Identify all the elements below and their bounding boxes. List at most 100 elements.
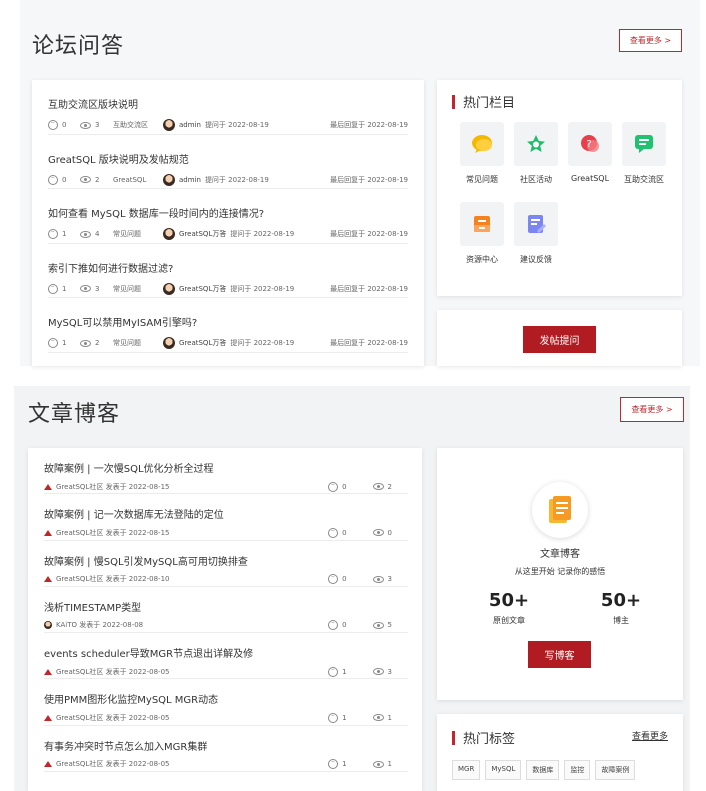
- post-author[interactable]: GreatSQL社区: [56, 482, 103, 492]
- post-author[interactable]: GreatSQL社区: [56, 713, 103, 723]
- forum-post-title[interactable]: 如何查看 MySQL 数据库一段时间内的连接情况?: [48, 205, 408, 220]
- bloggers-label: 博主: [613, 616, 629, 625]
- forum-post-meta: 0 3 互助交流区 admin提问于 2022-08-19 最后回复于 2022-08-…: [48, 118, 408, 131]
- post-stats: 11: [328, 757, 408, 770]
- blog-post-row[interactable]: 有事务冲突时节点怎么加入MGR集群 GreatSQL社区 发表于 2022-08-…: [44, 726, 408, 773]
- post-author[interactable]: admin: [179, 121, 201, 129]
- hot-columns-grid: 常见问题 社区活动? GreatSQL 互助交流区 资源中心 建议反馈: [455, 122, 675, 282]
- tags-more-link[interactable]: 查看更多: [632, 729, 668, 742]
- eye-icon: [80, 339, 91, 347]
- post-category[interactable]: 常见问题: [113, 229, 163, 239]
- post-category[interactable]: GreatSQL: [113, 176, 163, 184]
- forum-post-row[interactable]: GreatSQL 版块说明及发帖规范 0 2 GreatSQL admin提问于 202…: [48, 135, 408, 189]
- post-category[interactable]: 常见问题: [113, 284, 163, 294]
- forum-post-row[interactable]: 如何查看 MySQL 数据库一段时间内的连接情况? 1 4 常见问题 GreatSQL万…: [48, 189, 408, 244]
- view-count: 2: [95, 175, 100, 184]
- blog-post-row[interactable]: 故障案例 | 记一次数据库无法登陆的定位 GreatSQL社区 发表于 2022-…: [44, 494, 408, 541]
- header-accent-bar: [452, 94, 455, 109]
- post-author[interactable]: GreatSQL万答: [179, 229, 226, 239]
- blog-summary-card: 文章博客 从这里开始 记录你的感悟 50+ 原创文章 50+ 博主 写博客: [437, 448, 683, 700]
- archive-icon[interactable]: [460, 202, 504, 246]
- hot-column-item[interactable]: ? GreatSQL: [563, 122, 617, 202]
- star-icon[interactable]: [514, 122, 558, 166]
- blog-post-title[interactable]: 有事务冲突时节点怎么加入MGR集群: [44, 738, 408, 753]
- community-logo-icon: [44, 714, 52, 721]
- last-reply: 最后回复于 2022-08-19: [330, 175, 408, 184]
- blog-post-title[interactable]: 故障案例 | 慢SQL引发MySQL高可用切换排查: [44, 553, 408, 568]
- comment-icon: [328, 711, 339, 723]
- post-author[interactable]: KAiTO: [56, 621, 77, 629]
- hot-column-item[interactable]: 常见问题: [455, 122, 509, 202]
- post-stats: 02: [328, 480, 408, 492]
- forum-post-title[interactable]: 索引下推如何进行数据过滤?: [48, 260, 408, 275]
- post-author[interactable]: GreatSQL社区: [56, 528, 103, 538]
- blog-post-row[interactable]: 故障案例 | 一次慢SQL优化分析全过程 GreatSQL社区 发表于 2022-…: [44, 448, 408, 495]
- blog-post-title[interactable]: 使用PMM图形化监控MySQL MGR动态: [44, 691, 408, 706]
- comment-count: 1: [62, 284, 67, 293]
- avatar: [44, 621, 52, 630]
- eye-icon: [372, 668, 384, 676]
- blog-post-row[interactable]: 使用PMM图形化监控MySQL MGR动态 GreatSQL社区 发表于 2022…: [44, 679, 408, 726]
- comment-count: 0: [342, 482, 347, 491]
- blog-post-title[interactable]: 故障案例 | 一次慢SQL优化分析全过程: [44, 460, 408, 475]
- hot-column-item[interactable]: 资源中心: [455, 202, 509, 282]
- forum-post-meta: 1 3 常见问题 GreatSQL万答提问于 2022-08-19 最后回复于 2022…: [48, 282, 408, 295]
- blog-more-button[interactable]: 查看更多 >: [620, 397, 684, 422]
- post-category[interactable]: 常见问题: [113, 338, 163, 348]
- forum-section: 论坛问答 查看更多 > 互助交流区版块说明03互助交流区admin提问于 202…: [20, 0, 700, 366]
- eye-icon: [80, 230, 91, 238]
- post-author[interactable]: GreatSQL社区: [56, 759, 103, 769]
- view-count: 3: [387, 575, 392, 584]
- blog-post-row[interactable]: 故障案例 | 慢SQL引发MySQL高可用切换排查 GreatSQL社区 发表于 …: [44, 541, 408, 587]
- forum-more-button[interactable]: 查看更多 >: [619, 29, 682, 52]
- forum-post-row[interactable]: 互助交流区版块说明 0 3 互助交流区 admin提问于 2022-08-19 最后回复于…: [48, 80, 408, 135]
- hot-column-label: GreatSQL: [570, 174, 610, 183]
- eye-icon: [80, 176, 91, 183]
- community-logo-icon: [44, 483, 52, 490]
- forum-post-row[interactable]: MySQL可以禁用MyISAM引擎吗? 1 2 常见问题 GreatSQL万答提问于 2…: [48, 298, 408, 353]
- chat-bubble-icon[interactable]: [460, 122, 504, 166]
- hot-column-item[interactable]: 社区活动: [509, 122, 563, 202]
- forum-post-row[interactable]: 索引下推如何进行数据过滤? 1 3 常见问题 GreatSQL万答提问于 2022-08…: [48, 244, 408, 298]
- blog-post-meta: GreatSQL社区 发表于 2022-08-1502: [44, 480, 408, 492]
- post-author[interactable]: GreatSQL万答: [179, 284, 226, 294]
- view-count: 1: [387, 760, 392, 769]
- post-author[interactable]: GreatSQL社区: [56, 574, 103, 584]
- post-category[interactable]: 互助交流区: [113, 120, 163, 130]
- blog-post-row[interactable]: 浅析TIMESTAMP类型KAiTO 发表于 2022-08-0805: [44, 587, 408, 634]
- post-date: 发表于 2022-08-05: [105, 713, 170, 722]
- comment-count: 1: [342, 667, 347, 676]
- post-question-button[interactable]: 发帖提问: [523, 326, 596, 353]
- comment-icon: [328, 480, 339, 492]
- message-icon[interactable]: [622, 122, 666, 166]
- post-author[interactable]: GreatSQL社区: [56, 667, 103, 677]
- post-question-card: 发帖提问: [437, 310, 682, 366]
- blog-post-title[interactable]: 浅析TIMESTAMP类型: [44, 599, 408, 614]
- tag-item[interactable]: 监控: [564, 760, 591, 780]
- blog-slogan: 从这里开始 记录你的感悟: [514, 567, 606, 576]
- blog-post-title[interactable]: events scheduler导致MGR节点退出详解及修: [44, 645, 408, 660]
- hot-column-label: 社区活动: [520, 175, 552, 184]
- post-author[interactable]: admin: [179, 176, 201, 184]
- tag-item[interactable]: MySQL: [485, 760, 522, 780]
- post-date: 发表于 2022-08-15: [105, 528, 170, 537]
- tag-item[interactable]: 数据库: [526, 760, 560, 780]
- forum-post-title[interactable]: GreatSQL 版块说明及发帖规范: [48, 151, 408, 166]
- forum-post-title[interactable]: MySQL可以禁用MyISAM引擎吗?: [48, 314, 408, 329]
- post-date: 提问于 2022-08-19: [204, 175, 269, 184]
- blog-post-row[interactable]: events scheduler导致MGR节点退出详解及修 GreatSQL社区 …: [44, 633, 408, 680]
- hot-column-label: 互助交流区: [624, 175, 664, 184]
- write-blog-button[interactable]: 写博客: [528, 641, 591, 668]
- tag-item[interactable]: MGR: [452, 760, 481, 780]
- edit-doc-icon[interactable]: [514, 202, 558, 246]
- blog-post-title[interactable]: 故障案例 | 记一次数据库无法登陆的定位: [44, 506, 408, 521]
- comment-count: 0: [62, 175, 67, 184]
- view-count: 3: [95, 284, 100, 293]
- hot-column-item[interactable]: 建议反馈: [509, 202, 563, 282]
- question-icon[interactable]: ?: [568, 122, 612, 166]
- tag-item[interactable]: 故障案例: [595, 760, 636, 780]
- avatar: [163, 337, 175, 349]
- forum-post-title[interactable]: 互助交流区版块说明: [48, 96, 408, 111]
- post-author[interactable]: GreatSQL万答: [179, 338, 226, 348]
- hot-column-item[interactable]: 互助交流区: [617, 122, 671, 202]
